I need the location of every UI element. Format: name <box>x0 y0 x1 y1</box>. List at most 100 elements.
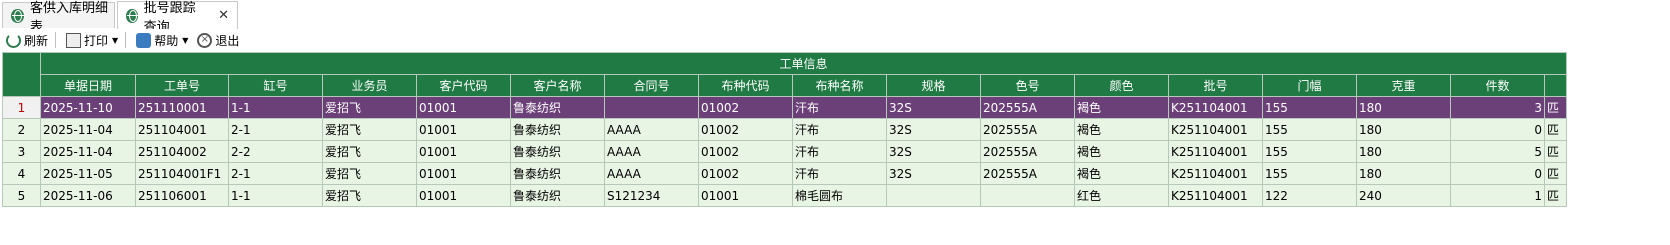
table-cell[interactable]: 32S <box>886 140 981 163</box>
table-cell[interactable]: 202555A <box>980 162 1075 185</box>
table-cell[interactable]: AAAA <box>604 118 699 141</box>
table-cell[interactable]: 汗布 <box>792 162 887 185</box>
table-cell[interactable]: 01001 <box>416 162 511 185</box>
table-row[interactable]: 3 2025-11-04 251104002 2-2 爱招飞 01001 鲁泰纺织 AAAA 0… <box>2 140 1567 163</box>
tab-customer-inbound-detail[interactable]: 客供入库明细表 <box>2 1 115 35</box>
column-header[interactable]: 件数 <box>1450 74 1545 97</box>
table-cell[interactable]: 2025-11-04 <box>40 140 136 163</box>
column-header[interactable]: 业务员 <box>322 74 417 97</box>
table-cell[interactable] <box>980 184 1075 207</box>
table-cell[interactable]: 2025-11-05 <box>40 162 136 185</box>
column-header[interactable]: 客户代码 <box>416 74 511 97</box>
table-cell[interactable]: 3 <box>1450 96 1545 119</box>
table-cell[interactable]: 褐色 <box>1074 118 1169 141</box>
table-cell[interactable]: 01001 <box>416 184 511 207</box>
column-header[interactable]: 门幅 <box>1262 74 1357 97</box>
table-cell[interactable]: K251104001 <box>1168 96 1263 119</box>
table-cell[interactable]: 01001 <box>416 140 511 163</box>
table-cell[interactable]: 匹 <box>1544 184 1567 207</box>
table-cell[interactable]: 01002 <box>698 162 793 185</box>
table-cell[interactable]: 棉毛圆布 <box>792 184 887 207</box>
table-cell[interactable]: 5 <box>1450 140 1545 163</box>
table-cell[interactable]: 爱招飞 <box>322 118 417 141</box>
table-cell[interactable]: 251110001 <box>135 96 229 119</box>
table-cell[interactable]: 汗布 <box>792 118 887 141</box>
table-cell[interactable]: 2025-11-06 <box>40 184 136 207</box>
table-cell[interactable]: 鲁泰纺织 <box>510 96 605 119</box>
table-cell[interactable]: 155 <box>1262 162 1357 185</box>
column-header[interactable]: 布种代码 <box>698 74 793 97</box>
table-cell[interactable]: 2025-11-04 <box>40 118 136 141</box>
table-cell[interactable]: 32S <box>886 96 981 119</box>
column-header[interactable]: 色号 <box>980 74 1075 97</box>
exit-button[interactable]: × 退出 <box>194 30 242 50</box>
table-cell[interactable]: 匹 <box>1544 118 1567 141</box>
table-cell[interactable]: 240 <box>1356 184 1451 207</box>
table-cell[interactable]: 180 <box>1356 96 1451 119</box>
table-cell[interactable]: 180 <box>1356 140 1451 163</box>
table-cell[interactable]: K251104001 <box>1168 118 1263 141</box>
table-cell[interactable]: 32S <box>886 162 981 185</box>
table-cell[interactable]: 251104001 <box>135 118 229 141</box>
table-cell[interactable]: 鲁泰纺织 <box>510 162 605 185</box>
chevron-down-icon[interactable]: ▼ <box>112 36 118 45</box>
table-cell[interactable]: 155 <box>1262 96 1357 119</box>
column-header[interactable]: 客户名称 <box>510 74 605 97</box>
column-header[interactable]: 布种名称 <box>792 74 887 97</box>
table-cell[interactable]: 251104001F1 <box>135 162 229 185</box>
table-cell[interactable]: 爱招飞 <box>322 96 417 119</box>
table-cell[interactable]: 2-1 <box>228 162 323 185</box>
table-cell[interactable]: 122 <box>1262 184 1357 207</box>
table-cell[interactable]: 汗布 <box>792 96 887 119</box>
table-cell[interactable]: 0 <box>1450 118 1545 141</box>
refresh-button[interactable]: 刷新 <box>3 30 51 50</box>
table-cell[interactable] <box>886 184 981 207</box>
table-cell[interactable]: 01001 <box>416 96 511 119</box>
table-cell[interactable]: 2-2 <box>228 140 323 163</box>
table-cell[interactable]: 180 <box>1356 118 1451 141</box>
table-cell[interactable]: 匹 <box>1544 162 1567 185</box>
table-cell[interactable]: AAAA <box>604 162 699 185</box>
table-cell[interactable]: 汗布 <box>792 140 887 163</box>
table-cell[interactable]: 01002 <box>698 140 793 163</box>
table-row[interactable]: 2 2025-11-04 251104001 2-1 爱招飞 01001 鲁泰纺织 AAAA 0… <box>2 118 1567 141</box>
table-cell[interactable]: 1-1 <box>228 184 323 207</box>
column-header[interactable] <box>1544 74 1567 97</box>
table-cell[interactable]: K251104001 <box>1168 140 1263 163</box>
column-header[interactable]: 规格 <box>886 74 981 97</box>
table-cell[interactable]: 2-1 <box>228 118 323 141</box>
table-cell[interactable]: 褐色 <box>1074 162 1169 185</box>
table-cell[interactable]: 202555A <box>980 96 1075 119</box>
table-cell[interactable]: 鲁泰纺织 <box>510 118 605 141</box>
table-cell[interactable]: 爱招飞 <box>322 140 417 163</box>
table-cell[interactable] <box>604 96 699 119</box>
table-cell[interactable]: 褐色 <box>1074 140 1169 163</box>
table-row[interactable]: 4 2025-11-05 251104001F1 2-1 爱招飞 01001 鲁泰纺织 AAA… <box>2 162 1567 185</box>
column-header[interactable]: 单据日期 <box>40 74 136 97</box>
column-header[interactable]: 工单号 <box>135 74 229 97</box>
table-cell[interactable]: S121234 <box>604 184 699 207</box>
column-header[interactable]: 批号 <box>1168 74 1263 97</box>
table-cell[interactable]: 匹 <box>1544 140 1567 163</box>
table-cell[interactable]: 红色 <box>1074 184 1169 207</box>
table-cell[interactable]: 1 <box>1450 184 1545 207</box>
table-cell[interactable]: 180 <box>1356 162 1451 185</box>
help-button[interactable]: 帮助 ▼ <box>133 30 191 50</box>
column-header[interactable]: 颜色 <box>1074 74 1169 97</box>
column-header[interactable]: 缸号 <box>228 74 323 97</box>
table-cell[interactable]: 155 <box>1262 140 1357 163</box>
tab-batch-tracking[interactable]: 批号跟踪查询 ✕ <box>117 1 238 35</box>
table-cell[interactable]: 0 <box>1450 162 1545 185</box>
table-cell[interactable]: 1-1 <box>228 96 323 119</box>
table-cell[interactable]: AAAA <box>604 140 699 163</box>
table-cell[interactable]: K251104001 <box>1168 184 1263 207</box>
table-cell[interactable]: 251106001 <box>135 184 229 207</box>
print-button[interactable]: 打印 ▼ <box>63 30 121 50</box>
close-icon[interactable]: ✕ <box>218 8 229 23</box>
table-cell[interactable]: 褐色 <box>1074 96 1169 119</box>
column-header[interactable]: 合同号 <box>604 74 699 97</box>
table-cell[interactable]: 爱招飞 <box>322 162 417 185</box>
table-cell[interactable]: 匹 <box>1544 96 1567 119</box>
table-cell[interactable]: 01001 <box>698 184 793 207</box>
table-cell[interactable]: 155 <box>1262 118 1357 141</box>
